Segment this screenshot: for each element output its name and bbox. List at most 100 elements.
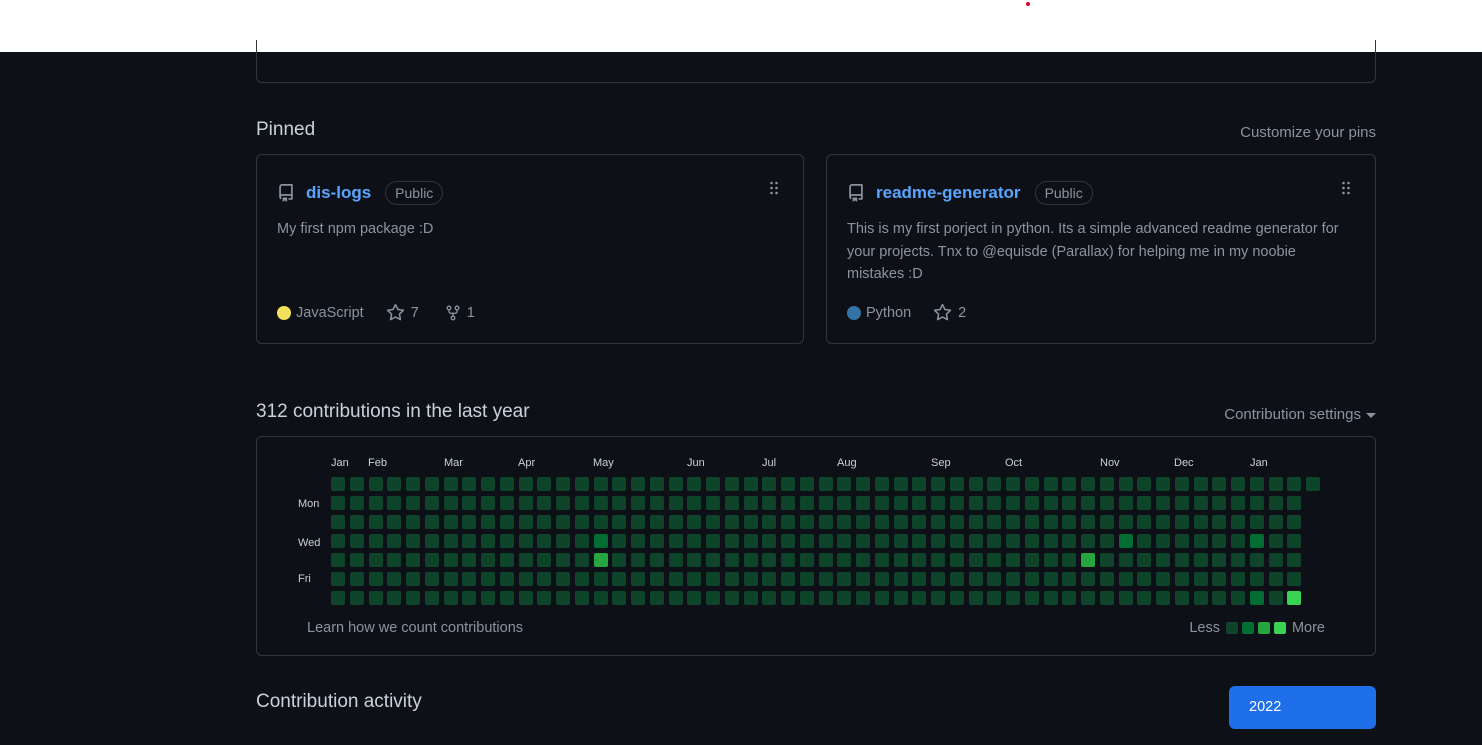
contribution-day-cell[interactable] [349,515,364,529]
contribution-day-cell[interactable] [1062,534,1077,548]
contribution-day-cell[interactable] [856,553,870,567]
contribution-day-cell[interactable] [912,534,927,548]
contribution-day-cell[interactable] [987,477,1002,491]
contribution-day-cell[interactable] [1212,591,1227,605]
contribution-day-cell[interactable] [574,477,589,491]
contribution-day-cell[interactable] [1081,572,1095,586]
drag-handle-icon[interactable] [1341,181,1351,195]
contribution-day-cell[interactable] [518,477,533,491]
contribution-day-cell[interactable] [368,477,383,491]
contribution-day-cell[interactable] [1006,496,1020,510]
contribution-day-cell[interactable] [1268,477,1283,491]
contribution-day-cell[interactable] [1118,572,1133,586]
contribution-day-cell[interactable] [968,496,983,510]
contribution-day-cell[interactable] [1249,477,1264,491]
contribution-day-cell[interactable] [1118,534,1133,548]
contribution-day-cell[interactable] [406,477,420,491]
contribution-day-cell[interactable] [893,477,908,491]
contribution-day-cell[interactable] [1212,553,1227,567]
contribution-day-cell[interactable] [406,553,420,567]
contribution-day-cell[interactable] [1193,591,1208,605]
contribution-day-cell[interactable] [1081,477,1095,491]
contribution-day-cell[interactable] [1024,534,1039,548]
contribution-day-cell[interactable] [724,591,739,605]
contribution-day-cell[interactable] [649,553,664,567]
contribution-day-cell[interactable] [593,572,608,586]
contribution-day-cell[interactable] [649,534,664,548]
contribution-day-cell[interactable] [762,477,777,491]
contribution-day-cell[interactable] [762,496,777,510]
contribution-day-cell[interactable] [1156,591,1170,605]
contribution-day-cell[interactable] [406,572,420,586]
contribution-day-cell[interactable] [368,572,383,586]
contribution-day-cell[interactable] [574,591,589,605]
contribution-day-cell[interactable] [349,534,364,548]
contribution-day-cell[interactable] [724,572,739,586]
contribution-day-cell[interactable] [593,496,608,510]
contribution-day-cell[interactable] [1174,591,1189,605]
contribution-day-cell[interactable] [1118,591,1133,605]
contribution-day-cell[interactable] [856,515,870,529]
contribution-day-cell[interactable] [368,591,383,605]
contribution-day-cell[interactable] [949,591,964,605]
contribution-day-cell[interactable] [931,572,945,586]
contribution-day-cell[interactable] [1249,534,1264,548]
contribution-day-cell[interactable] [593,477,608,491]
contribution-day-cell[interactable] [1268,572,1283,586]
learn-contributions-link[interactable]: Learn how we count contributions [307,620,523,636]
contribution-day-cell[interactable] [481,591,495,605]
contribution-day-cell[interactable] [1006,534,1020,548]
contribution-day-cell[interactable] [424,591,439,605]
contribution-day-cell[interactable] [893,572,908,586]
contribution-day-cell[interactable] [481,477,495,491]
contribution-day-cell[interactable] [781,553,795,567]
contribution-day-cell[interactable] [837,515,852,529]
contribution-day-cell[interactable] [1231,477,1245,491]
contribution-day-cell[interactable] [443,477,458,491]
contribution-day-cell[interactable] [818,534,833,548]
contribution-day-cell[interactable] [1062,572,1077,586]
contribution-day-cell[interactable] [949,496,964,510]
contribution-day-cell[interactable] [443,515,458,529]
contribution-day-cell[interactable] [537,515,552,529]
contribution-day-cell[interactable] [631,477,645,491]
contribution-day-cell[interactable] [1081,515,1095,529]
contribution-day-cell[interactable] [668,591,683,605]
contribution-day-cell[interactable] [518,591,533,605]
contribution-day-cell[interactable] [1081,591,1095,605]
contribution-day-cell[interactable] [893,515,908,529]
contribution-day-cell[interactable] [724,515,739,529]
contribution-day-cell[interactable] [912,515,927,529]
contribution-day-cell[interactable] [874,534,889,548]
contribution-day-cell[interactable] [1231,591,1245,605]
contribution-day-cell[interactable] [1062,477,1077,491]
contribution-day-cell[interactable] [968,553,983,567]
contribution-day-cell[interactable] [331,477,345,491]
contribution-day-cell[interactable] [1287,553,1302,567]
contribution-day-cell[interactable] [837,534,852,548]
contribution-day-cell[interactable] [499,534,514,548]
contribution-day-cell[interactable] [856,572,870,586]
contribution-day-cell[interactable] [631,534,645,548]
contribution-day-cell[interactable] [781,477,795,491]
contribution-day-cell[interactable] [1099,534,1114,548]
contribution-day-cell[interactable] [331,496,345,510]
contribution-day-cell[interactable] [781,496,795,510]
contribution-day-cell[interactable] [387,534,402,548]
contribution-day-cell[interactable] [1099,572,1114,586]
contribution-day-cell[interactable] [743,534,758,548]
contribution-day-cell[interactable] [593,515,608,529]
contribution-day-cell[interactable] [968,572,983,586]
contribution-day-cell[interactable] [368,553,383,567]
contribution-day-cell[interactable] [912,477,927,491]
contribution-day-cell[interactable] [743,496,758,510]
contribution-day-cell[interactable] [968,534,983,548]
contribution-day-cell[interactable] [949,515,964,529]
contribution-day-cell[interactable] [424,572,439,586]
contribution-day-cell[interactable] [1099,591,1114,605]
contribution-day-cell[interactable] [1212,515,1227,529]
contribution-day-cell[interactable] [1287,534,1302,548]
contribution-day-cell[interactable] [762,572,777,586]
contribution-day-cell[interactable] [1156,534,1170,548]
contribution-day-cell[interactable] [799,496,814,510]
